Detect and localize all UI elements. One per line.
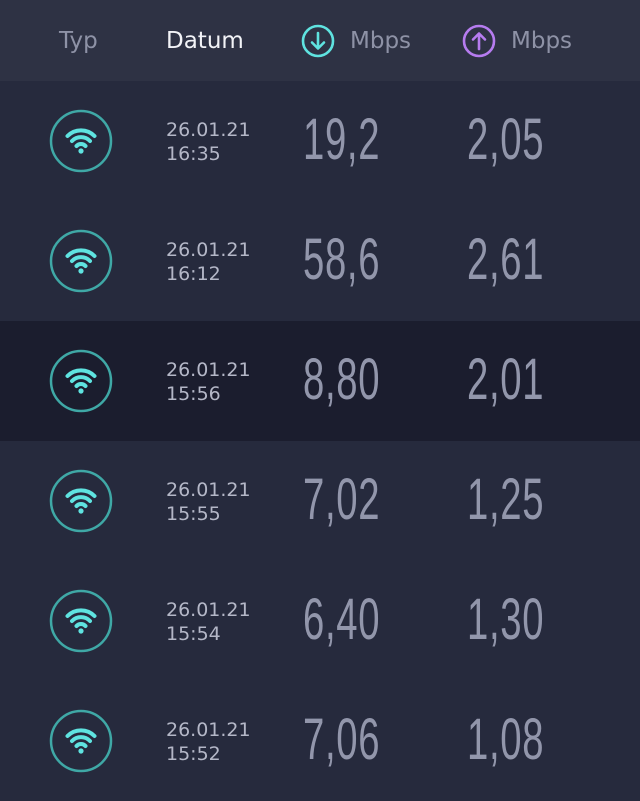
result-datetime: 26.01.21 15:52: [166, 718, 251, 766]
upload-speed: 2,01: [467, 347, 545, 412]
upload-speed: 2,05: [467, 107, 545, 172]
download-speed: 19,2: [303, 107, 381, 172]
result-datetime: 26.01.21 16:12: [166, 238, 251, 286]
column-header-type[interactable]: Typ: [59, 0, 98, 81]
download-speed: 58,6: [303, 227, 381, 292]
results-header: Typ Datum Mbps Mbps: [0, 0, 640, 81]
result-time: 15:52: [166, 743, 221, 765]
download-speed: 8,80: [303, 347, 381, 412]
arrow-down-circle-icon: [301, 24, 335, 58]
result-time: 15:56: [166, 383, 221, 405]
result-row[interactable]: 26.01.21 16:35 19,2 2,05: [0, 81, 640, 201]
result-date: 26.01.21: [166, 479, 251, 501]
result-row[interactable]: 26.01.21 16:12 58,6 2,61: [0, 201, 640, 321]
result-datetime: 26.01.21 15:54: [166, 598, 251, 646]
column-header-upload[interactable]: Mbps: [511, 0, 572, 81]
result-time: 16:35: [166, 143, 221, 165]
column-header-download[interactable]: Mbps: [350, 0, 411, 81]
wifi-icon: [49, 709, 113, 773]
wifi-icon: [49, 589, 113, 653]
wifi-icon: [49, 349, 113, 413]
result-date: 26.01.21: [166, 119, 251, 141]
result-datetime: 26.01.21 15:55: [166, 478, 251, 526]
arrow-up-circle-icon: [462, 24, 496, 58]
result-time: 15:54: [166, 623, 221, 645]
download-speed: 6,40: [303, 587, 381, 652]
download-speed: 7,06: [303, 707, 381, 772]
upload-speed: 2,61: [467, 227, 545, 292]
result-datetime: 26.01.21 15:56: [166, 358, 251, 406]
download-speed: 7,02: [303, 467, 381, 532]
result-date: 26.01.21: [166, 719, 251, 741]
result-row-selected[interactable]: 26.01.21 15:56 8,80 2,01: [0, 321, 640, 441]
column-header-date[interactable]: Datum: [166, 0, 244, 81]
result-row[interactable]: 26.01.21 15:54 6,40 1,30: [0, 561, 640, 681]
upload-speed: 1,30: [467, 587, 545, 652]
result-date: 26.01.21: [166, 599, 251, 621]
result-time: 16:12: [166, 263, 221, 285]
result-row[interactable]: 26.01.21 15:55 7,02 1,25: [0, 441, 640, 561]
upload-speed: 1,25: [467, 467, 545, 532]
result-datetime: 26.01.21 16:35: [166, 118, 251, 166]
result-date: 26.01.21: [166, 359, 251, 381]
result-row[interactable]: 26.01.21 15:52 7,06 1,08: [0, 681, 640, 801]
results-list: 26.01.21 16:35 19,2 2,05 26.01.21 16:12 …: [0, 81, 640, 801]
result-date: 26.01.21: [166, 239, 251, 261]
wifi-icon: [49, 109, 113, 173]
result-time: 15:55: [166, 503, 221, 525]
upload-speed: 1,08: [467, 707, 545, 772]
wifi-icon: [49, 469, 113, 533]
wifi-icon: [49, 229, 113, 293]
